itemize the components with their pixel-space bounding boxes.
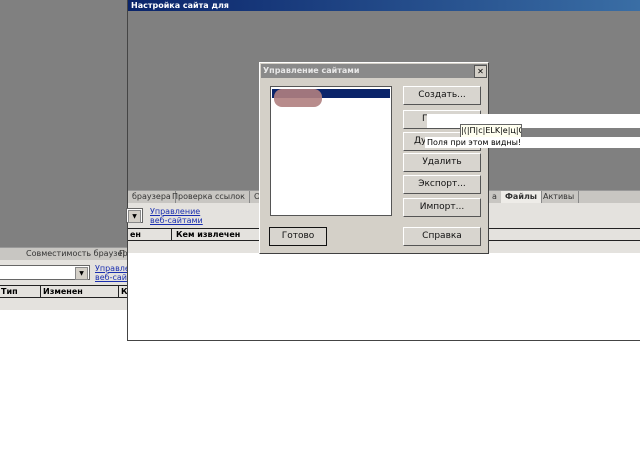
- dialog-title-bar: Управление сайтами: [261, 64, 487, 78]
- close-icon: ✕: [477, 67, 484, 76]
- tab-files[interactable]: Файлы: [501, 191, 543, 203]
- help-button[interactable]: Справка: [403, 227, 481, 246]
- artifact-strip-bottom: Поля при этом видны!: [425, 137, 640, 148]
- window-title: Настройка сайта для: [131, 1, 229, 10]
- front-site-select[interactable]: ▼: [126, 208, 143, 223]
- artifact-strip-top: [427, 114, 640, 128]
- col-type[interactable]: Тип: [1, 286, 18, 297]
- create-button[interactable]: Создать...: [403, 86, 481, 105]
- back-file-list: [0, 298, 127, 310]
- tab-a[interactable]: а: [488, 191, 502, 203]
- export-button[interactable]: Экспорт...: [403, 175, 481, 194]
- front-manage-sites-link[interactable]: Управление веб-сайтами: [150, 207, 203, 225]
- close-button[interactable]: ✕: [474, 65, 487, 78]
- garbled-text: |(|П|c|ELK|e|ц|G: [461, 126, 522, 135]
- tab-link-check[interactable]: Проверка ссылок: [168, 191, 250, 203]
- tab-assets[interactable]: Активы: [539, 191, 580, 203]
- back-tab-bar: Совместимость браузера П: [0, 247, 138, 261]
- link-line[interactable]: Управле: [95, 264, 130, 273]
- link-line[interactable]: Управление: [150, 207, 203, 216]
- chevron-down-icon[interactable]: ▼: [75, 267, 88, 280]
- link-line[interactable]: веб-сай: [95, 273, 130, 282]
- chevron-down-icon[interactable]: ▼: [128, 210, 141, 223]
- delete-button[interactable]: Удалить: [403, 153, 481, 172]
- sites-listbox[interactable]: [270, 86, 392, 216]
- artifact-garbled-box: |(|П|c|ELK|e|ц|G: [460, 124, 522, 138]
- back-manage-sites-link[interactable]: Управле веб-сай: [95, 264, 130, 282]
- manage-sites-dialog: Управление сайтами ✕ Создать... П Ду Уда…: [259, 62, 489, 254]
- overlay-message: Поля при этом видны!: [427, 138, 522, 147]
- back-column-header: Тип Изменен К: [0, 285, 128, 298]
- selected-site-item[interactable]: [272, 89, 390, 107]
- back-site-select[interactable]: ▼: [0, 265, 90, 280]
- back-window-background: [0, 0, 127, 247]
- redacted-site-name: [274, 89, 322, 107]
- link-line[interactable]: веб-сайтами: [150, 216, 203, 225]
- col-modified[interactable]: Изменен: [40, 286, 83, 297]
- done-button[interactable]: Готово: [269, 227, 327, 246]
- col-checked-out-by[interactable]: Кем извлечен: [171, 229, 240, 240]
- dialog-title: Управление сайтами: [263, 66, 360, 75]
- import-button[interactable]: Импорт...: [403, 198, 481, 217]
- back-toolbar: ▼ Управле веб-сай: [0, 260, 130, 285]
- col-en[interactable]: ен: [130, 229, 141, 240]
- front-title-bar: Настройка сайта для: [128, 0, 640, 11]
